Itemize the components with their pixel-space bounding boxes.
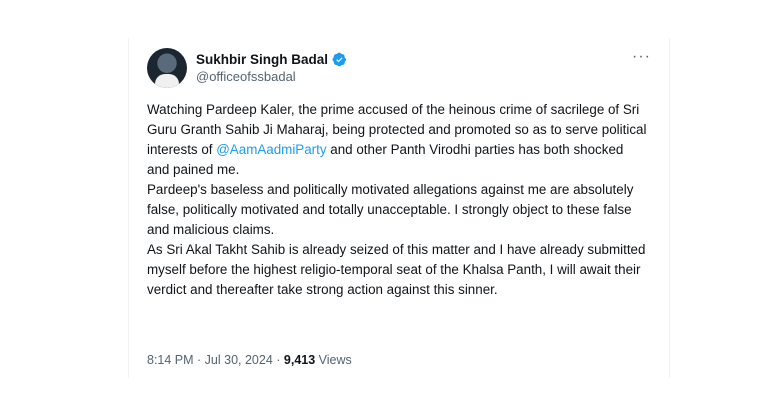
author-info: Sukhbir Singh Badal @officeofssbadal: [196, 52, 347, 84]
tweet-paragraph-2: Pardeep's baseless and politically motiv…: [147, 182, 634, 237]
author-handle[interactable]: @officeofssbadal: [196, 69, 347, 84]
meta-separator: ·: [193, 353, 205, 367]
meta-separator: ·: [272, 353, 284, 367]
tweet-header: Sukhbir Singh Badal @officeofssbadal: [147, 48, 347, 88]
tweet-time[interactable]: 8:14 PM: [147, 353, 194, 367]
tweet-date[interactable]: Jul 30, 2024: [205, 353, 273, 367]
views-label: Views: [315, 353, 352, 367]
tweet-paragraph-3: As Sri Akal Takht Sahib is already seize…: [147, 242, 646, 297]
avatar[interactable]: [147, 48, 187, 88]
tweet-card: Sukhbir Singh Badal @officeofssbadal ···…: [128, 38, 670, 378]
verified-badge-icon: [332, 52, 347, 67]
tweet-text: Watching Pardeep Kaler, the prime accuse…: [147, 100, 647, 300]
tweet-paragraph-1: Watching Pardeep Kaler, the prime accuse…: [147, 100, 647, 180]
tweet-meta: 8:14 PM · Jul 30, 2024 · 9,413 Views: [147, 353, 352, 367]
mention-link[interactable]: @AamAadmiParty: [216, 142, 326, 157]
name-row: Sukhbir Singh Badal: [196, 52, 347, 67]
views-count: 9,413: [283, 353, 316, 367]
author-display-name[interactable]: Sukhbir Singh Badal: [196, 52, 328, 67]
more-options-icon[interactable]: ···: [632, 49, 651, 65]
